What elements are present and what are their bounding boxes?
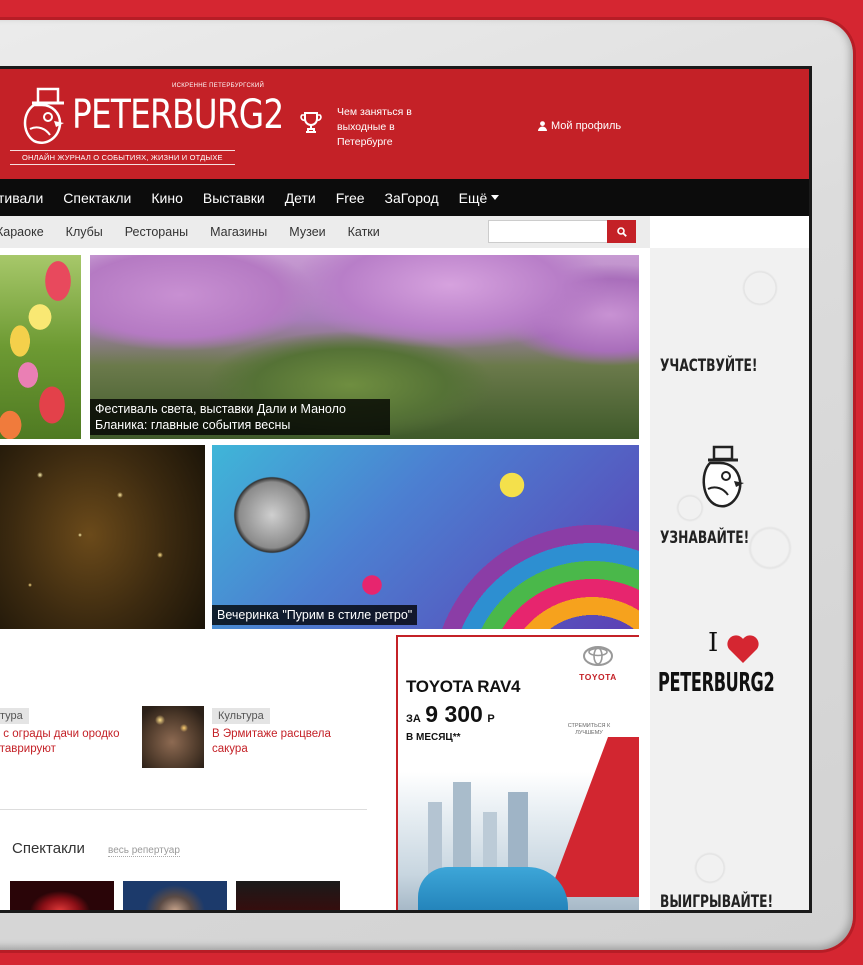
bird-logo-icon [23,87,64,144]
nav-item-free[interactable]: Free [336,190,365,206]
toyota-brand: TOYOTA [568,645,628,682]
tulips-photo-tile[interactable] [0,255,81,439]
party-photo-tile[interactable]: Вечеринка "Пурим в стиле ретро" [212,445,639,629]
performances-heading: Спектакли [12,840,85,857]
news-tag[interactable]: Культура [212,708,270,724]
news-headline[interactable]: в с ограды дачи ородко ставрируют [0,727,124,757]
performance-poster[interactable] [236,881,340,910]
ad-price-prefix: ЗА [406,713,421,725]
nav-item-festivals[interactable]: тивали [0,190,43,206]
toyota-brand-text: TOYOTA [579,672,617,682]
ad-price: ЗА 9 300 Р [406,701,495,728]
sakura-photo-tile[interactable]: Фестиваль света, выставки Дали и Маноло … [90,255,639,439]
site-header: ИСКРЕННЕ ПЕТЕРБУРГСКИЙ PETERBURG2 ОНЛАЙН… [0,69,809,179]
nav-item-exhibitions[interactable]: Выставки [203,190,265,206]
weekend-events-link[interactable]: Чем заняться в выходные в Петербурге [337,105,447,150]
party-tile-caption: Вечеринка "Пурим в стиле ретро" [212,605,418,625]
heart-icon [727,635,759,663]
profile-label: Мой профиль [551,120,622,132]
user-icon [538,121,547,131]
toyota-ad-banner[interactable]: TOYOTA TOYOTA RAV4 ЗА 9 300 Р В МЕСЯЦ** … [396,635,639,910]
ad-model: TOYOTA RAV4 [406,677,521,696]
news-item[interactable]: Культура В Эрмитаже расцвела сакура [142,706,362,768]
news-headline[interactable]: В Эрмитаже расцвела сакура [212,727,362,757]
full-repertoire-link[interactable]: весь репертуар [108,845,180,857]
subnav-item-clubs[interactable]: Клубы [66,225,103,239]
toyota-logo-icon [583,646,613,666]
promo-win: ВЫИГРЫВАЙТЕ! [660,892,774,912]
sidebar-promo-banner[interactable]: УЧАСТВУЙТЕ! УЗНАВАЙТЕ! I PETERBURG2 ВЫИГ… [650,248,809,912]
logo-tagline: ОНЛАЙН ЖУРНАЛ О СОБЫТИЯХ, ЖИЗНИ И ОТДЫХЕ [10,150,235,165]
nav-item-kids[interactable]: Дети [285,190,316,206]
lights-tree-photo-tile[interactable] [0,445,205,629]
nav-item-outoftown[interactable]: ЗаГород [385,190,439,206]
browser-screen: ИСКРЕННЕ ПЕТЕРБУРГСКИЙ PETERBURG2 ОНЛАЙН… [0,66,812,913]
search-button[interactable] [607,220,636,243]
nav-item-cinema[interactable]: Кино [151,190,183,206]
nav-item-performances[interactable]: Спектакли [63,190,131,206]
bird-mascot-icon [702,445,744,508]
profile-link[interactable]: Мой профиль [538,120,621,132]
subnav-item-restaurants[interactable]: Рестораны [125,225,188,239]
promo-brand: PETERBURG2 [658,668,775,698]
performance-poster[interactable] [123,881,227,910]
news-thumbnail[interactable] [142,706,204,768]
ad-car-image [418,867,568,910]
subnav-item-shops[interactable]: Магазины [210,225,267,239]
search-icon [616,226,627,237]
caret-down-icon [491,195,500,200]
news-item[interactable]: тура в с ограды дачи ородко ставрируют [0,706,124,757]
nav-item-more[interactable]: Ещё [459,190,500,206]
subnav-item-karaoke[interactable]: Караоке [0,225,44,239]
main-nav: тивали Спектакли Кино Выставки Дети Free… [0,179,809,216]
ad-price-amount: 9 300 [425,701,483,727]
subnav-item-museums[interactable]: Музеи [289,225,325,239]
promo-participate: УЧАСТВУЙТЕ! [660,356,758,376]
site-logo[interactable]: ИСКРЕННЕ ПЕТЕРБУРГСКИЙ PETERBURG2 ОНЛАЙН… [10,77,284,172]
promo-i-love: I [708,628,719,658]
subnav-item-rinks[interactable]: Катки [348,225,380,239]
ad-price-currency: Р [487,713,495,725]
trophy-icon [300,112,322,133]
performance-poster[interactable] [10,881,114,910]
news-tag[interactable]: тура [0,708,29,724]
logo-tag-top: ИСКРЕННЕ ПЕТЕРБУРГСКИЙ [172,83,265,89]
sakura-tile-caption: Фестиваль света, выставки Дали и Маноло … [90,399,390,435]
logo-wordmark: PETERBURG2 [72,92,284,138]
nav-item-more-label: Ещё [458,189,488,206]
section-divider [0,809,367,810]
ad-slogan: СТРЕМИТЬСЯ К ЛУЧШЕМУ [567,723,611,736]
promo-learn: УЗНАВАЙТЕ! [660,528,750,548]
ad-price-period: В МЕСЯЦ** [406,732,461,743]
